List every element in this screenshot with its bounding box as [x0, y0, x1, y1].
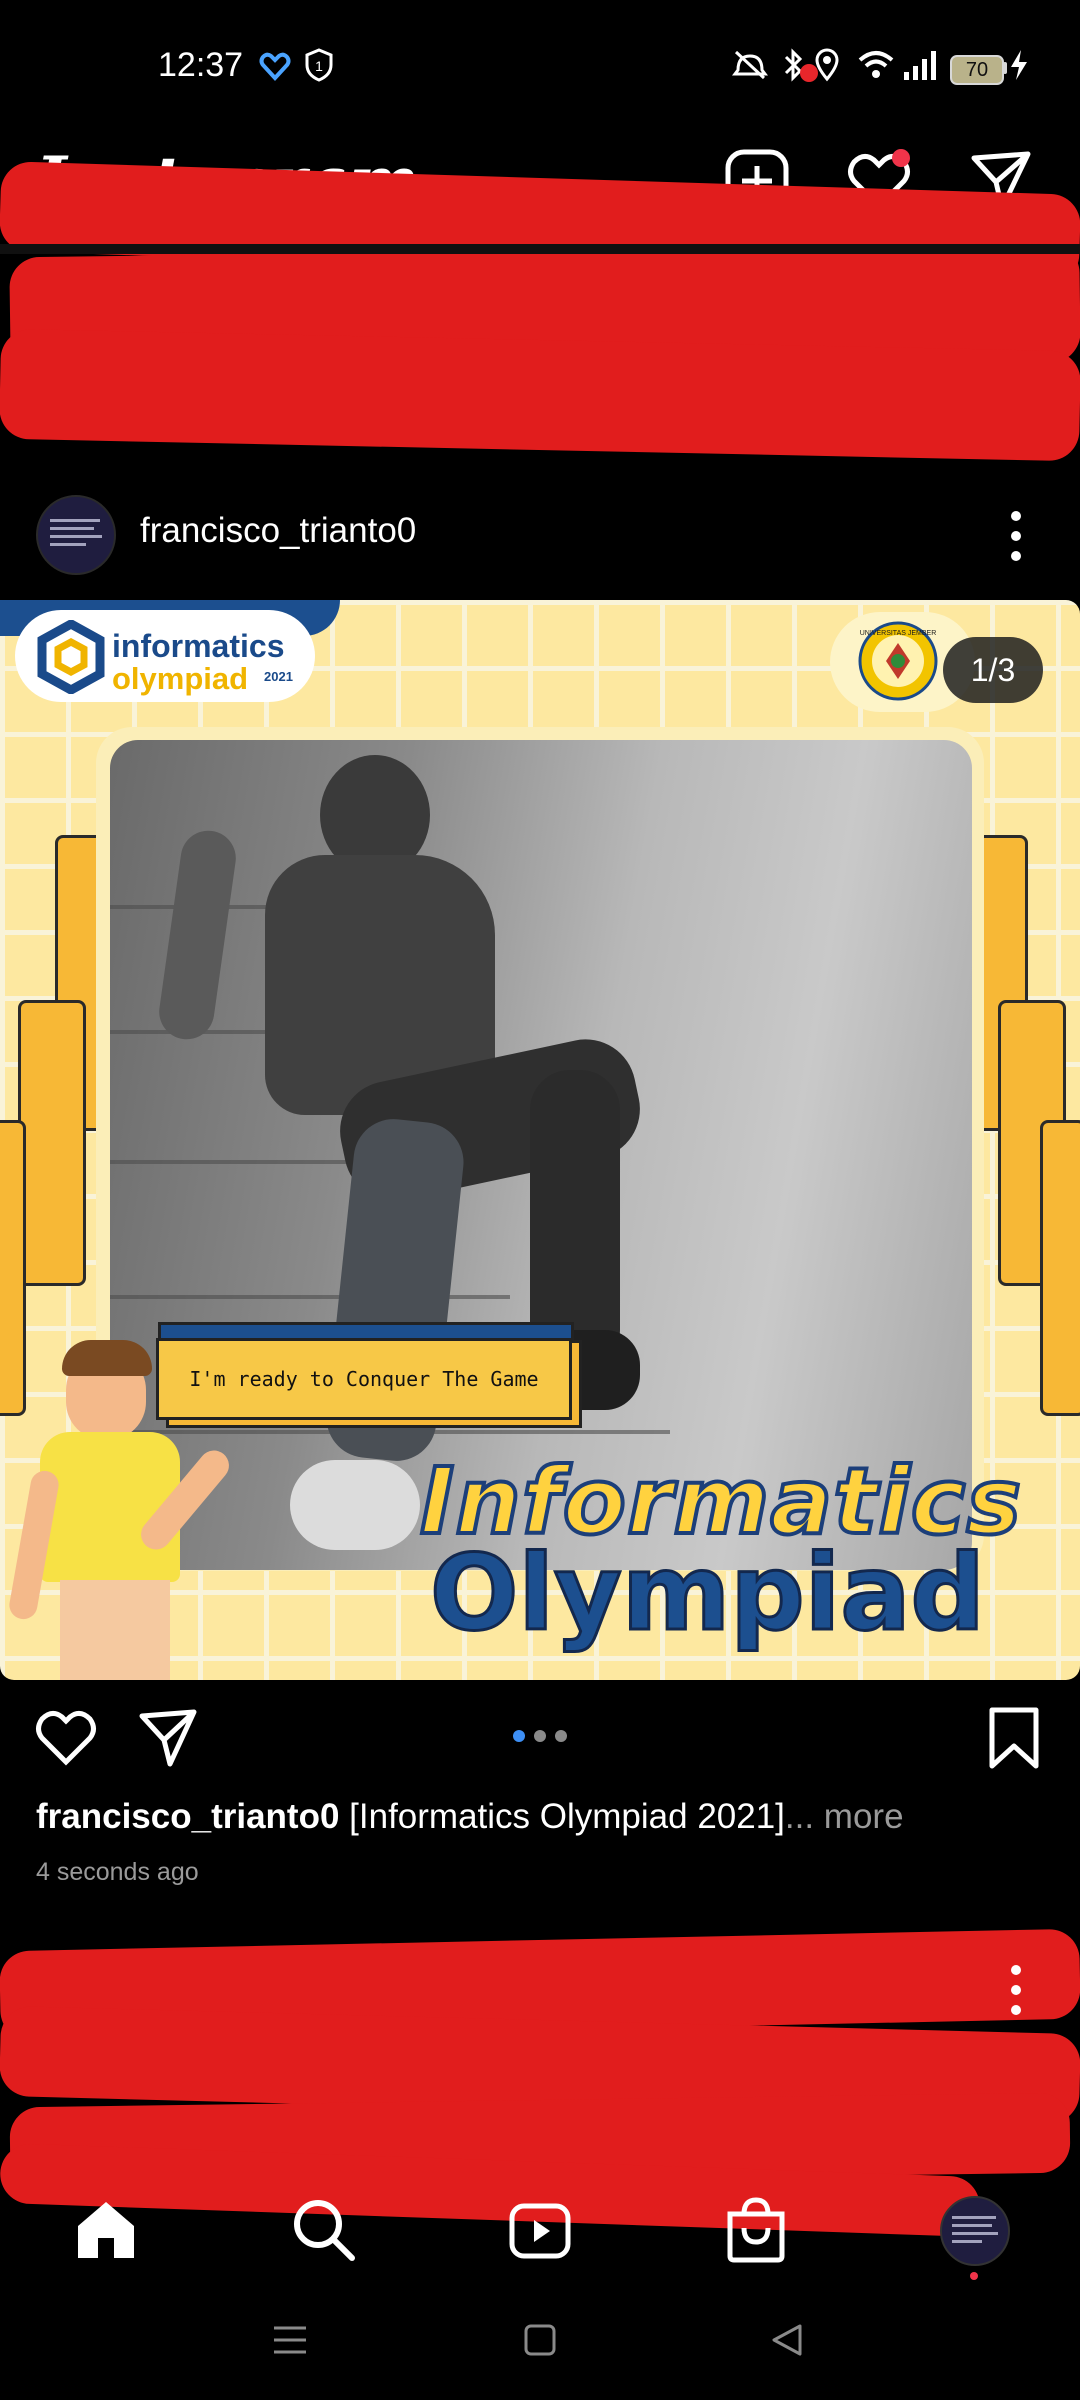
- profile-avatar[interactable]: [940, 2196, 1010, 2266]
- post-author-avatar[interactable]: [36, 495, 116, 575]
- caption-username[interactable]: francisco_trianto0: [36, 1797, 339, 1836]
- signal-icon: [904, 51, 936, 80]
- cartoon-hair: [62, 1340, 152, 1376]
- carousel-page-indicator: 1/3: [943, 637, 1043, 703]
- reels-icon[interactable]: [506, 2196, 574, 2264]
- university-logo: UNIVERSITAS JEMBER: [858, 621, 938, 701]
- carousel-dot-active: [513, 1730, 525, 1742]
- location-icon: [815, 48, 839, 82]
- share-icon[interactable]: [136, 1706, 200, 1770]
- badge-line1: informatics: [112, 628, 285, 664]
- battery-tip: [1003, 62, 1007, 74]
- image-title-line2: Olympiad: [429, 1531, 987, 1656]
- carousel-dot: [534, 1730, 546, 1742]
- decor-pillar: [0, 1120, 26, 1416]
- status-time: 12:37: [158, 46, 244, 84]
- caption-more-link[interactable]: ... more: [785, 1797, 904, 1836]
- recent-apps-icon[interactable]: [270, 2320, 310, 2360]
- shield-icon: 1: [305, 48, 333, 82]
- home-button-icon[interactable]: [522, 2320, 558, 2360]
- caption-text: [Informatics Olympiad 2021]: [339, 1797, 785, 1836]
- person-photo: [110, 740, 972, 1570]
- story-row-edge: [0, 244, 1080, 254]
- save-bookmark-icon[interactable]: [982, 1706, 1046, 1770]
- profile-notification-dot: [970, 2272, 978, 2280]
- badge-year: 2021: [264, 669, 293, 684]
- badge-line2: olympiad: [112, 661, 249, 696]
- decor-pillar: [1040, 1120, 1080, 1416]
- post-timestamp: 4 seconds ago: [36, 1858, 199, 1886]
- home-icon[interactable]: [72, 2196, 140, 2264]
- search-icon[interactable]: [290, 2196, 358, 2264]
- mute-icon: [732, 50, 768, 80]
- redaction-mark: [0, 328, 1080, 462]
- like-heart-icon[interactable]: [34, 1706, 98, 1770]
- speech-text: I'm ready to Conquer The Game: [189, 1367, 539, 1391]
- svg-text:1: 1: [315, 58, 323, 74]
- back-button-icon[interactable]: [768, 2320, 808, 2360]
- olympiad-logo-icon: [37, 620, 105, 694]
- post-caption[interactable]: francisco_trianto0 [Informatics Olympiad…: [36, 1797, 904, 1837]
- decor-pillar: [18, 1000, 86, 1286]
- battery-icon: 70: [950, 55, 1004, 85]
- cartoon-pants: [60, 1580, 170, 1680]
- speech-box: I'm ready to Conquer The Game: [156, 1338, 572, 1420]
- university-logo-text: UNIVERSITAS JEMBER: [860, 630, 937, 637]
- post-username[interactable]: francisco_trianto0: [140, 511, 416, 551]
- heart-app-icon: [259, 52, 291, 81]
- status-bar: 12:37 1 70: [0, 0, 1080, 140]
- battery-level: 70: [965, 58, 989, 81]
- charging-icon: [1011, 50, 1027, 80]
- shop-icon[interactable]: [722, 2196, 790, 2264]
- carousel-dot: [555, 1730, 567, 1742]
- more-options-icon[interactable]: [1002, 508, 1030, 564]
- wifi-icon: [858, 51, 894, 78]
- more-options-icon[interactable]: [1002, 1962, 1030, 2018]
